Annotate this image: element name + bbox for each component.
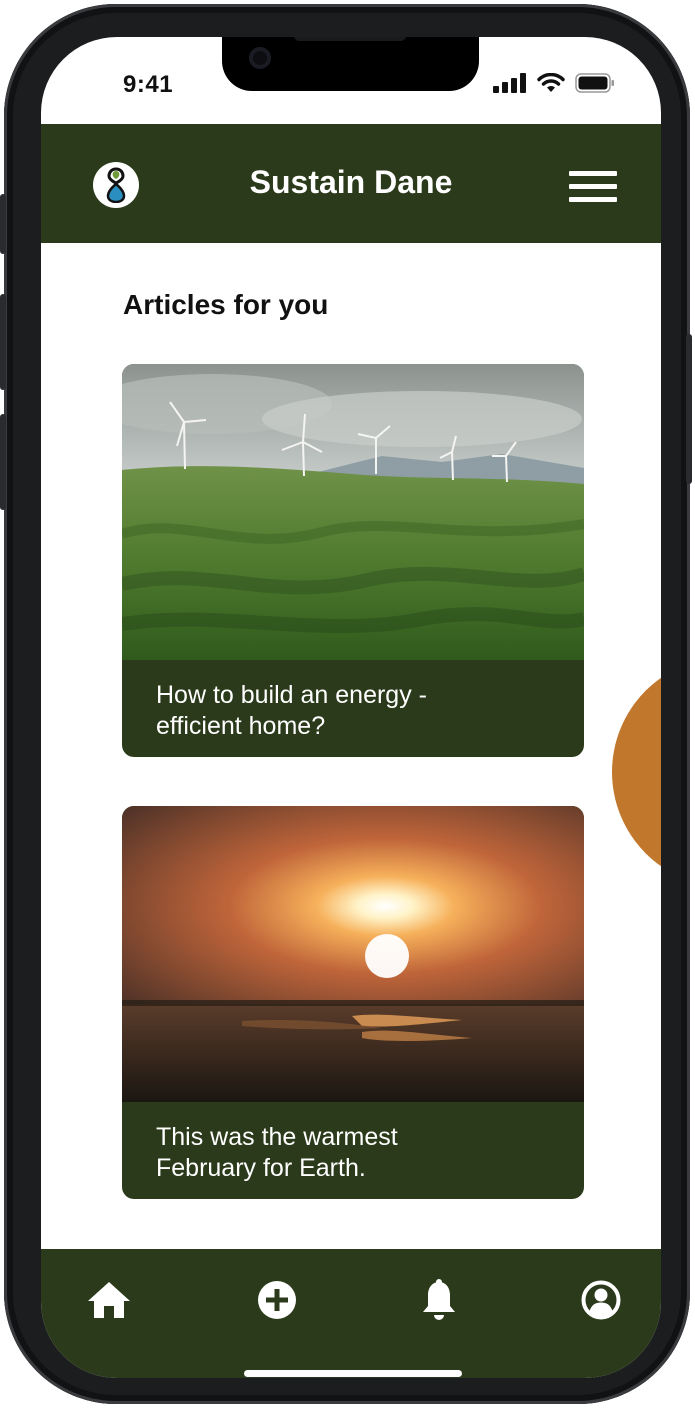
app-header: Sustain Dane — [41, 124, 661, 243]
bottom-navigation — [41, 1249, 661, 1378]
article-card-energy-home[interactable]: How to build an energy - efficient home? — [122, 364, 584, 757]
mute-switch — [0, 194, 6, 254]
battery-icon — [575, 73, 614, 93]
article-caption: How to build an energy - efficient home? — [156, 680, 556, 742]
status-icons — [493, 73, 615, 93]
section-title: Articles for you — [123, 289, 329, 320]
speaker — [294, 37, 406, 41]
bell-icon — [423, 1279, 455, 1320]
home-indicator[interactable] — [244, 1370, 462, 1377]
wind-turbines-landscape-image — [122, 364, 584, 660]
article-card-warmest-february[interactable]: This was the warmest February for Earth. — [122, 806, 584, 1199]
screen: 9:41 Sustain Dane Articles for you How t… — [41, 37, 661, 1378]
app-title: Sustain Dane — [249, 164, 453, 200]
volume-up-button — [0, 294, 6, 390]
article-caption-line: How to build an energy - — [156, 681, 427, 709]
volume-down-button — [0, 414, 6, 510]
sunset-beach-image — [122, 806, 584, 1102]
account-circle-icon — [581, 1280, 621, 1320]
phone-frame: 9:41 Sustain Dane Articles for you How t… — [0, 4, 692, 1404]
add-circle-icon — [258, 1281, 296, 1319]
article-caption: This was the warmest February for Earth. — [156, 1122, 556, 1184]
hamburger-menu-icon[interactable] — [569, 171, 617, 203]
power-button — [686, 334, 692, 484]
article-caption-line: efficient home? — [156, 712, 326, 740]
article-caption-line: This was the warmest — [156, 1123, 398, 1151]
status-time: 9:41 — [123, 71, 174, 98]
camera — [249, 47, 271, 69]
nav-profile-button[interactable] — [578, 1277, 624, 1323]
wifi-icon — [537, 73, 565, 92]
decorative-circle — [612, 657, 661, 887]
nav-notifications-button[interactable] — [416, 1277, 462, 1323]
cellular-signal-icon — [493, 73, 526, 93]
notch — [222, 37, 479, 91]
article-caption-line: February for Earth. — [156, 1154, 366, 1182]
home-icon — [88, 1282, 130, 1318]
nav-add-button[interactable] — [254, 1277, 300, 1323]
nav-home-button[interactable] — [86, 1277, 132, 1323]
